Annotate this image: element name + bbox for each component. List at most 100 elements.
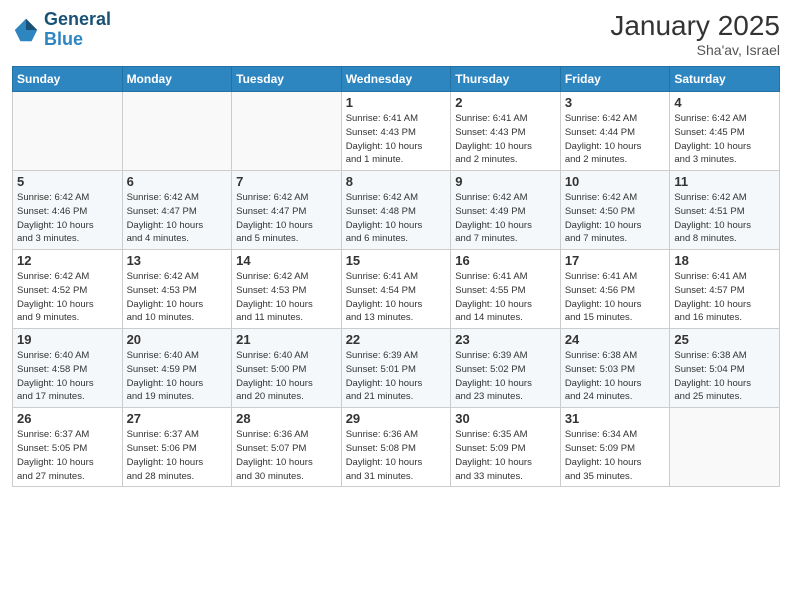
month-title: January 2025 [610, 10, 780, 42]
calendar-cell: 6 Sunrise: 6:42 AM Sunset: 4:47 PM Daylig… [122, 171, 232, 250]
day-info: Sunrise: 6:42 AM Sunset: 4:46 PM Dayligh… [17, 191, 118, 246]
day-number: 6 [127, 174, 228, 189]
day-info: Sunrise: 6:38 AM Sunset: 5:03 PM Dayligh… [565, 349, 666, 404]
calendar-cell [232, 92, 342, 171]
day-number: 13 [127, 253, 228, 268]
day-number: 16 [455, 253, 556, 268]
day-number: 3 [565, 95, 666, 110]
day-number: 9 [455, 174, 556, 189]
calendar-cell: 27 Sunrise: 6:37 AM Sunset: 5:06 PM Dayli… [122, 408, 232, 487]
header: General Blue January 2025 Sha'av, Israel [12, 10, 780, 58]
day-info: Sunrise: 6:42 AM Sunset: 4:53 PM Dayligh… [236, 270, 337, 325]
day-info: Sunrise: 6:40 AM Sunset: 4:59 PM Dayligh… [127, 349, 228, 404]
calendar-cell: 19 Sunrise: 6:40 AM Sunset: 4:58 PM Dayli… [13, 329, 123, 408]
day-number: 18 [674, 253, 775, 268]
calendar-cell [670, 408, 780, 487]
day-info: Sunrise: 6:41 AM Sunset: 4:55 PM Dayligh… [455, 270, 556, 325]
calendar-cell: 11 Sunrise: 6:42 AM Sunset: 4:51 PM Dayli… [670, 171, 780, 250]
day-info: Sunrise: 6:41 AM Sunset: 4:57 PM Dayligh… [674, 270, 775, 325]
logo-text: General Blue [44, 10, 111, 50]
day-info: Sunrise: 6:37 AM Sunset: 5:06 PM Dayligh… [127, 428, 228, 483]
day-number: 7 [236, 174, 337, 189]
calendar-cell: 15 Sunrise: 6:41 AM Sunset: 4:54 PM Dayli… [341, 250, 451, 329]
calendar-cell: 18 Sunrise: 6:41 AM Sunset: 4:57 PM Dayli… [670, 250, 780, 329]
col-wednesday: Wednesday [341, 67, 451, 92]
calendar-cell: 13 Sunrise: 6:42 AM Sunset: 4:53 PM Dayli… [122, 250, 232, 329]
calendar-cell: 16 Sunrise: 6:41 AM Sunset: 4:55 PM Dayli… [451, 250, 561, 329]
day-info: Sunrise: 6:39 AM Sunset: 5:02 PM Dayligh… [455, 349, 556, 404]
day-info: Sunrise: 6:37 AM Sunset: 5:05 PM Dayligh… [17, 428, 118, 483]
day-info: Sunrise: 6:40 AM Sunset: 5:00 PM Dayligh… [236, 349, 337, 404]
calendar-cell: 7 Sunrise: 6:42 AM Sunset: 4:47 PM Daylig… [232, 171, 342, 250]
day-number: 19 [17, 332, 118, 347]
page: General Blue January 2025 Sha'av, Israel… [0, 0, 792, 612]
calendar-cell: 12Sunrise: 6:42 AM Sunset: 4:52 PM Dayli… [13, 250, 123, 329]
day-info: Sunrise: 6:41 AM Sunset: 4:54 PM Dayligh… [346, 270, 447, 325]
day-number: 28 [236, 411, 337, 426]
day-info: Sunrise: 6:42 AM Sunset: 4:47 PM Dayligh… [127, 191, 228, 246]
calendar-cell: 20Sunrise: 6:40 AM Sunset: 4:59 PM Dayli… [122, 329, 232, 408]
day-number: 26 [17, 411, 118, 426]
day-info: Sunrise: 6:41 AM Sunset: 4:43 PM Dayligh… [455, 112, 556, 167]
calendar-header-row: Sunday Monday Tuesday Wednesday Thursday… [13, 67, 780, 92]
calendar-cell [13, 92, 123, 171]
day-number: 1 [346, 95, 447, 110]
day-number: 14 [236, 253, 337, 268]
calendar-cell: 17 Sunrise: 6:41 AM Sunset: 4:56 PM Dayli… [560, 250, 670, 329]
calendar-cell: 3 Sunrise: 6:42 AM Sunset: 4:44 PM Daylig… [560, 92, 670, 171]
calendar-cell: 10Sunrise: 6:42 AM Sunset: 4:50 PM Dayli… [560, 171, 670, 250]
day-number: 15 [346, 253, 447, 268]
day-info: Sunrise: 6:42 AM Sunset: 4:47 PM Dayligh… [236, 191, 337, 246]
day-number: 23 [455, 332, 556, 347]
col-monday: Monday [122, 67, 232, 92]
calendar-cell: 4 Sunrise: 6:42 AM Sunset: 4:45 PM Daylig… [670, 92, 780, 171]
day-info: Sunrise: 6:39 AM Sunset: 5:01 PM Dayligh… [346, 349, 447, 404]
calendar-week-4: 19 Sunrise: 6:40 AM Sunset: 4:58 PM Dayli… [13, 329, 780, 408]
calendar-week-3: 12Sunrise: 6:42 AM Sunset: 4:52 PM Dayli… [13, 250, 780, 329]
day-number: 25 [674, 332, 775, 347]
day-info: Sunrise: 6:42 AM Sunset: 4:53 PM Dayligh… [127, 270, 228, 325]
calendar-cell: 9 Sunrise: 6:42 AM Sunset: 4:49 PM Daylig… [451, 171, 561, 250]
col-saturday: Saturday [670, 67, 780, 92]
calendar-cell: 31 Sunrise: 6:34 AM Sunset: 5:09 PM Dayli… [560, 408, 670, 487]
col-thursday: Thursday [451, 67, 561, 92]
day-number: 12 [17, 253, 118, 268]
day-info: Sunrise: 6:42 AM Sunset: 4:51 PM Dayligh… [674, 191, 775, 246]
day-number: 24 [565, 332, 666, 347]
day-number: 21 [236, 332, 337, 347]
title-block: January 2025 Sha'av, Israel [610, 10, 780, 58]
col-sunday: Sunday [13, 67, 123, 92]
calendar-cell: 23 Sunrise: 6:39 AM Sunset: 5:02 PM Dayli… [451, 329, 561, 408]
calendar-week-1: 1 Sunrise: 6:41 AM Sunset: 4:43 PM Daylig… [13, 92, 780, 171]
day-info: Sunrise: 6:41 AM Sunset: 4:56 PM Dayligh… [565, 270, 666, 325]
day-info: Sunrise: 6:40 AM Sunset: 4:58 PM Dayligh… [17, 349, 118, 404]
calendar-cell: 8 Sunrise: 6:42 AM Sunset: 4:48 PM Daylig… [341, 171, 451, 250]
day-info: Sunrise: 6:42 AM Sunset: 4:49 PM Dayligh… [455, 191, 556, 246]
day-number: 4 [674, 95, 775, 110]
day-number: 8 [346, 174, 447, 189]
calendar-cell [122, 92, 232, 171]
day-info: Sunrise: 6:36 AM Sunset: 5:07 PM Dayligh… [236, 428, 337, 483]
day-info: Sunrise: 6:42 AM Sunset: 4:48 PM Dayligh… [346, 191, 447, 246]
calendar-cell: 22Sunrise: 6:39 AM Sunset: 5:01 PM Dayli… [341, 329, 451, 408]
logo-icon [12, 16, 40, 44]
day-info: Sunrise: 6:38 AM Sunset: 5:04 PM Dayligh… [674, 349, 775, 404]
calendar-cell: 26 Sunrise: 6:37 AM Sunset: 5:05 PM Dayli… [13, 408, 123, 487]
location-subtitle: Sha'av, Israel [610, 42, 780, 58]
calendar-cell: 28 Sunrise: 6:36 AM Sunset: 5:07 PM Dayli… [232, 408, 342, 487]
day-info: Sunrise: 6:42 AM Sunset: 4:45 PM Dayligh… [674, 112, 775, 167]
logo: General Blue [12, 10, 111, 50]
day-number: 11 [674, 174, 775, 189]
col-tuesday: Tuesday [232, 67, 342, 92]
col-friday: Friday [560, 67, 670, 92]
day-number: 31 [565, 411, 666, 426]
day-info: Sunrise: 6:36 AM Sunset: 5:08 PM Dayligh… [346, 428, 447, 483]
day-info: Sunrise: 6:42 AM Sunset: 4:44 PM Dayligh… [565, 112, 666, 167]
day-info: Sunrise: 6:34 AM Sunset: 5:09 PM Dayligh… [565, 428, 666, 483]
day-number: 17 [565, 253, 666, 268]
calendar-cell: 30Sunrise: 6:35 AM Sunset: 5:09 PM Dayli… [451, 408, 561, 487]
calendar-week-5: 26 Sunrise: 6:37 AM Sunset: 5:05 PM Dayli… [13, 408, 780, 487]
calendar-cell: 25 Sunrise: 6:38 AM Sunset: 5:04 PM Dayli… [670, 329, 780, 408]
day-number: 27 [127, 411, 228, 426]
day-number: 2 [455, 95, 556, 110]
